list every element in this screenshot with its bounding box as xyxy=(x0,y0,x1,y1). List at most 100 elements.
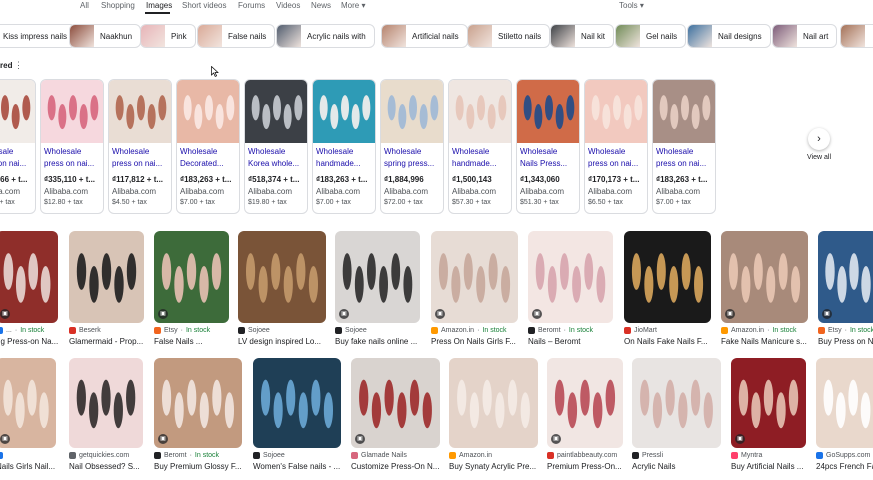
result-image[interactable]: ▣ xyxy=(154,358,242,448)
result-title[interactable]: Acrylic Nails xyxy=(632,462,731,471)
tools-button[interactable]: Tools ▾ xyxy=(619,1,644,10)
result-title[interactable]: Nail Obsessed? S... xyxy=(69,462,153,471)
tab-news[interactable]: News xyxy=(311,1,331,10)
result-title[interactable]: Customize Press-On N... xyxy=(351,462,450,471)
result-title[interactable]: Buy Premium Glossy F... xyxy=(154,462,252,471)
result-title[interactable]: Women's False nails - ... xyxy=(253,462,351,471)
result-thumbnail xyxy=(0,231,58,323)
product-title[interactable]: Wholesale handmade... xyxy=(449,143,511,173)
result-title[interactable]: Nails – Beromt xyxy=(528,337,623,346)
result-image[interactable]: ▣ xyxy=(0,231,58,323)
tab-short-videos[interactable]: Short videos xyxy=(182,1,226,10)
result-title[interactable]: Glamermaid - Prop... xyxy=(69,337,154,346)
related-searches-chips: Kiss impress nails Naakhun Pink False nails… xyxy=(0,24,873,50)
result-title[interactable]: 24pcs French Fa... xyxy=(816,462,873,471)
result-image[interactable] xyxy=(69,231,144,323)
result-image[interactable]: ▣ xyxy=(154,231,229,323)
result-title[interactable]: Buy fake nails online ... xyxy=(335,337,430,346)
product-card[interactable]: Wholesale press on nai... ₫117,812 + t...… xyxy=(108,79,172,214)
product-tax: $4.50 + tax xyxy=(112,199,147,206)
product-title[interactable]: Wholesale press on nai... xyxy=(41,143,103,173)
result-image[interactable]: ▣ xyxy=(731,358,806,448)
product-card[interactable]: Wholesale press on nai... ₫170,173 + t...… xyxy=(584,79,648,214)
result-image[interactable]: ▣ xyxy=(547,358,623,448)
chip-nail-designs[interactable]: Nail designs xyxy=(687,24,771,48)
chip-nail-kit[interactable]: Nail kit xyxy=(550,24,615,48)
chip-more[interactable] xyxy=(840,24,873,48)
result-thumbnail xyxy=(721,231,808,323)
product-title[interactable]: Wholesale press on nai... xyxy=(109,143,171,173)
product-title[interactable]: Wholesale Decorated... xyxy=(177,143,239,173)
result-image[interactable] xyxy=(816,358,873,448)
product-store: Alibaba.com xyxy=(452,187,497,196)
result-title[interactable]: Premium Press-On... xyxy=(547,462,633,471)
tools-label: Tools xyxy=(619,1,638,10)
shopping-bag-icon: ▣ xyxy=(725,309,735,319)
product-card[interactable]: Wholesale handmade... ₫183,263 + t... Alib… xyxy=(312,79,376,214)
chip-kiss-impress-nails[interactable]: Kiss impress nails xyxy=(0,24,77,48)
result-image[interactable]: ▣ xyxy=(431,231,518,323)
result-thumbnail xyxy=(449,358,538,448)
chip-naakhun[interactable]: Naakhun xyxy=(69,24,142,48)
chip-stiletto-nails[interactable]: Stiletto nails xyxy=(467,24,551,48)
product-title[interactable]: Wholesale handmade... xyxy=(313,143,375,173)
result-image[interactable] xyxy=(624,231,711,323)
chip-nail-art[interactable]: Nail art xyxy=(772,24,838,48)
product-card[interactable]: Wholesale Decorated... ₫183,263 + t... Ali… xyxy=(176,79,240,214)
result-image[interactable] xyxy=(253,358,341,448)
product-card[interactable]: Wholesale spring press... ₫1,884,996 Aliba… xyxy=(380,79,444,214)
product-store: Alibaba.com xyxy=(248,187,293,196)
chip-false-nails[interactable]: False nails xyxy=(197,24,276,48)
result-title[interactable]: Buy Synaty Acrylic Pre... xyxy=(449,462,548,471)
product-title[interactable]: Wholesale spring press... xyxy=(381,143,443,173)
chip-artificial-nails[interactable]: Artificial nails xyxy=(381,24,468,48)
result-image[interactable] xyxy=(449,358,538,448)
result-image[interactable]: ▣ xyxy=(528,231,613,323)
result-image[interactable] xyxy=(238,231,326,323)
more-options-icon[interactable]: ⋮ xyxy=(14,60,23,71)
product-title[interactable]: Wholesale Nails Press... xyxy=(517,143,579,173)
result-title[interactable]: False Nails ... xyxy=(154,337,239,346)
source-name: ... xyxy=(6,327,12,334)
result-title[interactable]: Buy Press on Na... xyxy=(818,337,873,346)
result-title[interactable]: Buy Artificial Nails ... xyxy=(731,462,816,471)
result-title[interactable]: On Nails Fake Nails F... xyxy=(624,337,721,346)
result-title[interactable]: LV design inspired Lo... xyxy=(238,337,336,346)
chip-gel-nails[interactable]: Gel nails xyxy=(615,24,687,48)
result-title[interactable]: Fake Nails Manicure s... xyxy=(721,337,818,346)
product-card[interactable]: Wholesale Nails Press... ₫1,343,060 Alibab… xyxy=(516,79,580,214)
product-title[interactable]: Wholesale press on nai... xyxy=(653,143,715,173)
product-store: Alibaba.com xyxy=(180,187,225,196)
product-card[interactable]: Wholesale handmade... ₫1,500,143 Alibaba.c… xyxy=(448,79,512,214)
result-image[interactable] xyxy=(69,358,143,448)
result-image[interactable]: ▣ xyxy=(351,358,440,448)
result-image[interactable]: ▣ xyxy=(335,231,420,323)
tab-videos[interactable]: Videos xyxy=(276,1,300,10)
tab-all[interactable]: All xyxy=(80,1,89,10)
view-all-label[interactable]: View all xyxy=(807,154,831,161)
result-image[interactable]: ▣ xyxy=(818,231,873,323)
product-title[interactable]: Wholesale Korea whole... xyxy=(245,143,307,173)
result-title[interactable]: Nails Girls Nail... xyxy=(0,462,76,471)
result-image[interactable]: ▣ xyxy=(0,358,56,448)
result-title[interactable]: ng Press-on Na... xyxy=(0,337,76,346)
tab-images[interactable]: Images xyxy=(146,1,172,10)
view-all-button[interactable]: › xyxy=(808,128,830,150)
product-title[interactable]: Wholesale press on nai... xyxy=(585,143,647,173)
tab-more[interactable]: More ▾ xyxy=(341,1,365,10)
result-title[interactable]: Press On Nails Girls F... xyxy=(431,337,528,346)
chip-acrylic-nails-with[interactable]: Acrylic nails with xyxy=(276,24,375,48)
mouse-cursor-icon xyxy=(211,66,219,77)
product-card[interactable]: Wholesale press on nai... ₫183,263 + t...… xyxy=(652,79,716,214)
product-card[interactable]: Wholesale press on nai... ₫335,110 + t...… xyxy=(40,79,104,214)
product-card[interactable]: Wholesale Korea whole... ₫518,374 + t... A… xyxy=(244,79,308,214)
product-title[interactable]: Wholesale press on nai... xyxy=(0,143,35,173)
result-image[interactable]: ▣ xyxy=(721,231,808,323)
result-image[interactable] xyxy=(632,358,721,448)
product-card[interactable]: Wholesale press on nai... ₫314,166 + t...… xyxy=(0,79,36,214)
chip-pink[interactable]: Pink xyxy=(140,24,196,48)
tab-shopping[interactable]: Shopping xyxy=(101,1,135,10)
source-name: Etsy xyxy=(164,327,178,334)
tab-forums[interactable]: Forums xyxy=(238,1,265,10)
chip-label: Artificial nails xyxy=(412,31,459,41)
